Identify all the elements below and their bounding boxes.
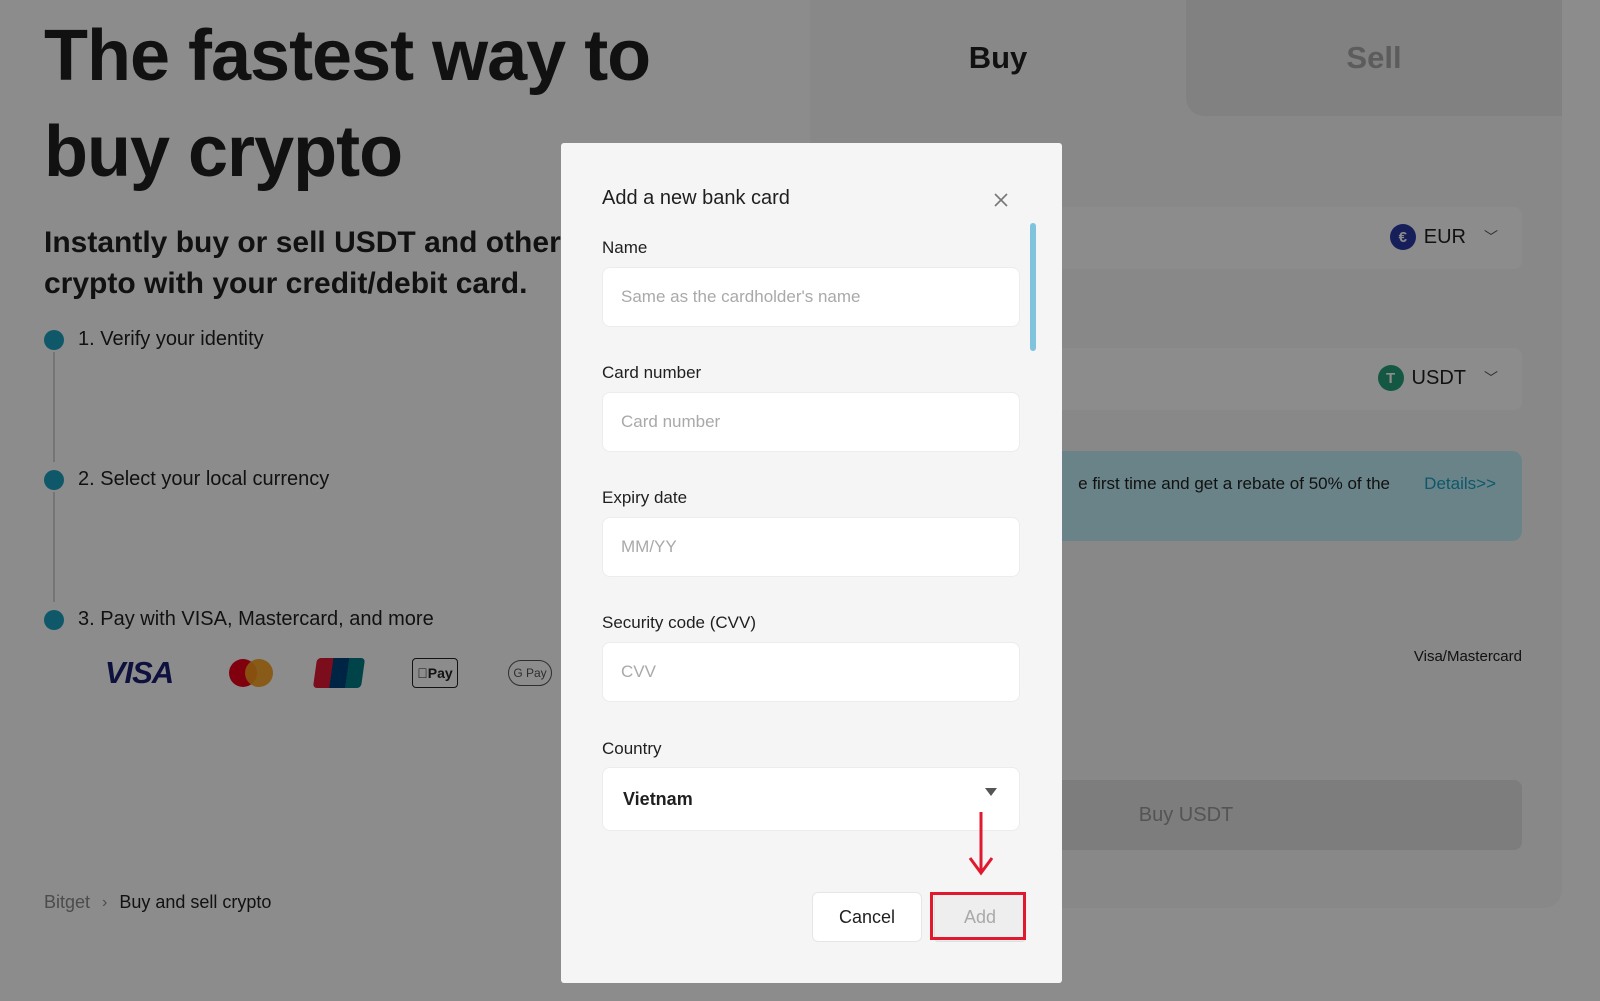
name-label: Name (602, 238, 648, 257)
cvv-label: Security code (CVV) (602, 613, 756, 632)
cancel-button[interactable]: Cancel (812, 892, 922, 942)
country-select[interactable]: Vietnam (602, 767, 1020, 831)
dialog-title: Add a new bank card (602, 187, 790, 209)
expiry-date-label: Expiry date (602, 488, 688, 507)
caret-down-icon (985, 788, 997, 796)
cvv-input[interactable] (602, 642, 1020, 702)
dialog-scrollbar[interactable] (1030, 223, 1036, 351)
expiry-date-input[interactable] (602, 517, 1020, 577)
add-button[interactable]: Add (934, 892, 1026, 942)
card-number-label: Card number (602, 363, 702, 382)
country-label: Country (602, 739, 662, 758)
card-number-input[interactable] (602, 392, 1020, 452)
name-input[interactable] (602, 267, 1020, 327)
arrow-down-annotation-icon (968, 812, 994, 876)
country-value: Vietnam (623, 789, 693, 809)
close-icon[interactable] (991, 190, 1011, 210)
add-bank-card-dialog: Add a new bank card Name Card number Exp… (561, 143, 1062, 983)
